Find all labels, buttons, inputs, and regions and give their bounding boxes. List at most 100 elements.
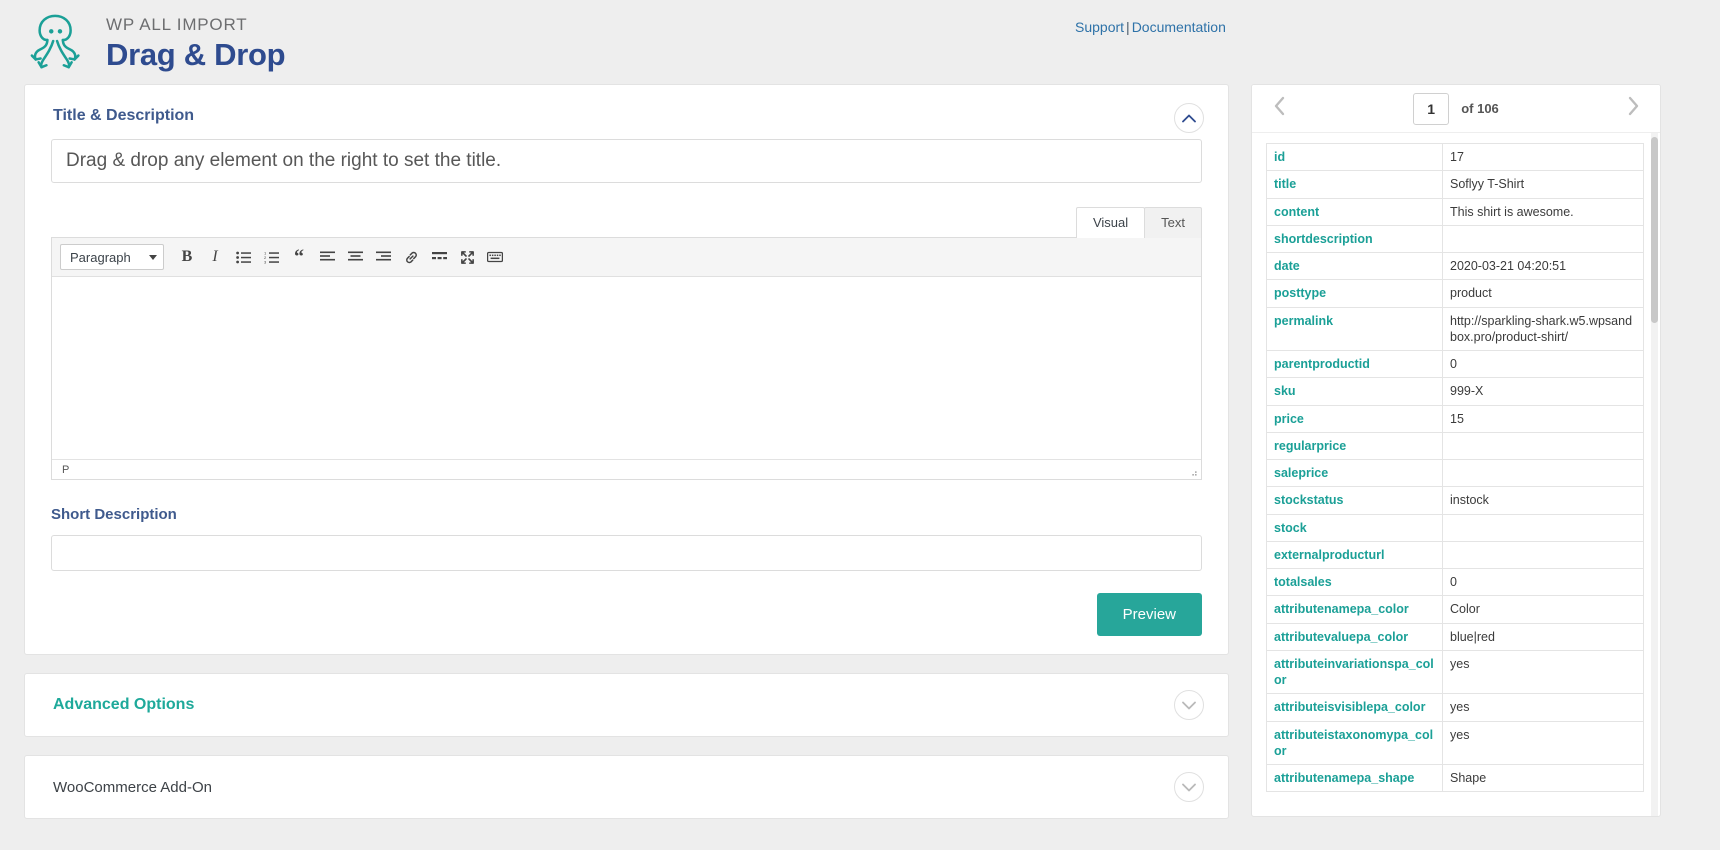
field-key[interactable]: totalsales bbox=[1266, 567, 1443, 597]
field-key[interactable]: attributeistaxonomypa_color bbox=[1266, 720, 1443, 765]
table-row[interactable]: title Soflyy T-Shirt bbox=[1266, 170, 1644, 199]
table-row[interactable]: attributeistaxonomypa_color yes bbox=[1266, 720, 1644, 765]
table-row[interactable]: price 15 bbox=[1266, 404, 1644, 433]
table-row[interactable]: attributeisvisiblepa_color yes bbox=[1266, 693, 1644, 722]
field-value: 2020-03-21 04:20:51 bbox=[1442, 251, 1644, 281]
resize-grip-icon[interactable] bbox=[1188, 467, 1198, 477]
field-key[interactable]: stockstatus bbox=[1266, 486, 1443, 515]
table-row[interactable]: content This shirt is awesome. bbox=[1266, 197, 1644, 226]
field-key[interactable]: date bbox=[1266, 251, 1443, 281]
table-row[interactable]: id 17 bbox=[1266, 142, 1644, 172]
table-row[interactable]: attributenamepa_color Color bbox=[1266, 595, 1644, 624]
table-row[interactable]: totalsales 0 bbox=[1266, 567, 1644, 597]
chevron-left-icon bbox=[1273, 96, 1286, 121]
left-column: Title & Description Visual Text bbox=[24, 84, 1229, 837]
align-right-button[interactable] bbox=[370, 244, 396, 270]
title-input[interactable] bbox=[51, 139, 1202, 183]
align-center-button[interactable] bbox=[342, 244, 368, 270]
field-key[interactable]: id bbox=[1266, 142, 1443, 172]
insert-link-icon bbox=[404, 250, 419, 265]
tab-text[interactable]: Text bbox=[1144, 207, 1202, 238]
table-row[interactable]: shortdescription bbox=[1266, 224, 1644, 254]
expand-woocommerce-addon-button[interactable] bbox=[1174, 772, 1204, 802]
align-left-icon bbox=[319, 251, 335, 263]
field-key[interactable]: attributeinvariationspa_color bbox=[1266, 649, 1443, 695]
advanced-options-header: Advanced Options bbox=[25, 674, 1228, 736]
field-key[interactable]: sku bbox=[1266, 377, 1443, 406]
preview-button[interactable]: Preview bbox=[1096, 593, 1202, 636]
insert-link-button[interactable] bbox=[398, 244, 424, 270]
app-header: WP ALL IMPORT Drag & Drop Support | Docume… bbox=[0, 0, 1720, 84]
bold-button[interactable]: B bbox=[174, 244, 200, 270]
field-key[interactable]: regularprice bbox=[1266, 431, 1443, 461]
align-right-icon bbox=[375, 251, 391, 263]
editor-tabs: Visual Text bbox=[51, 207, 1202, 238]
field-key[interactable]: attributenamepa_shape bbox=[1266, 763, 1443, 793]
blockquote-button[interactable]: “ bbox=[286, 244, 312, 270]
table-row[interactable]: attributeinvariationspa_color yes bbox=[1266, 649, 1644, 695]
table-row[interactable]: permalink http://sparkling-shark.w5.wpsan… bbox=[1266, 306, 1644, 351]
next-record-button[interactable] bbox=[1620, 96, 1646, 122]
table-row[interactable]: sku 999-X bbox=[1266, 377, 1644, 406]
field-key[interactable]: shortdescription bbox=[1266, 224, 1443, 254]
advanced-options-title: Advanced Options bbox=[53, 696, 195, 713]
table-row[interactable]: stockstatus instock bbox=[1266, 486, 1644, 515]
record-pager: of 106 bbox=[1252, 85, 1660, 133]
bold-icon: B bbox=[181, 248, 193, 265]
field-key[interactable]: price bbox=[1266, 404, 1443, 433]
toolbar-toggle-button[interactable] bbox=[482, 244, 508, 270]
chevron-up-icon bbox=[1182, 114, 1196, 123]
header-links: Support | Documentation bbox=[1075, 19, 1226, 35]
field-key[interactable]: stock bbox=[1266, 513, 1443, 542]
table-row[interactable]: date 2020-03-21 04:20:51 bbox=[1266, 251, 1644, 281]
record-fields-scroll[interactable]: id 17 title Soflyy T-Shirt content This shirt… bbox=[1252, 133, 1660, 816]
field-key[interactable]: posttype bbox=[1266, 279, 1443, 308]
fullscreen-button[interactable] bbox=[454, 244, 480, 270]
collapse-title-panel-button[interactable] bbox=[1174, 103, 1204, 133]
record-fields-body: id 17 title Soflyy T-Shirt content This shirt… bbox=[1266, 142, 1644, 793]
bulleted-list-button[interactable] bbox=[230, 244, 256, 270]
title-description-body: Visual Text Paragraph B bbox=[25, 139, 1228, 654]
align-center-icon bbox=[347, 251, 363, 263]
preview-scrollbar[interactable] bbox=[1651, 133, 1658, 816]
documentation-link[interactable]: Documentation bbox=[1132, 19, 1226, 35]
table-row[interactable]: regularprice bbox=[1266, 431, 1644, 461]
field-key[interactable]: parentproductid bbox=[1266, 349, 1443, 379]
expand-advanced-options-button[interactable] bbox=[1174, 690, 1204, 720]
table-row[interactable]: externalproducturl bbox=[1266, 540, 1644, 570]
table-row[interactable]: stock bbox=[1266, 513, 1644, 542]
read-more-button[interactable] bbox=[426, 244, 452, 270]
editor-content-area[interactable] bbox=[52, 277, 1201, 459]
right-column: of 106 id17titleSoflyy T-ShirtcontentThi… bbox=[1251, 84, 1661, 817]
field-key[interactable]: externalproducturl bbox=[1266, 540, 1443, 570]
table-row[interactable]: attributevaluepa_color blue|red bbox=[1266, 622, 1644, 651]
woocommerce-addon-panel[interactable]: WooCommerce Add-On bbox=[24, 755, 1229, 819]
previous-record-button[interactable] bbox=[1266, 96, 1292, 122]
advanced-options-panel[interactable]: Advanced Options bbox=[24, 673, 1229, 737]
table-row[interactable]: attributenamepa_shape Shape bbox=[1266, 763, 1644, 793]
table-row[interactable]: saleprice bbox=[1266, 458, 1644, 488]
numbered-list-icon: 123 bbox=[264, 251, 279, 264]
brand-logo: WP ALL IMPORT Drag & Drop bbox=[28, 11, 286, 73]
numbered-list-button[interactable]: 123 bbox=[258, 244, 284, 270]
short-description-label: Short Description bbox=[51, 506, 177, 523]
italic-button[interactable]: I bbox=[202, 244, 228, 270]
paragraph-format-select[interactable]: Paragraph bbox=[60, 244, 164, 270]
support-link[interactable]: Support bbox=[1075, 19, 1124, 35]
field-key[interactable]: permalink bbox=[1266, 306, 1443, 351]
page-number-input[interactable] bbox=[1413, 92, 1450, 125]
table-row[interactable]: parentproductid 0 bbox=[1266, 349, 1644, 379]
table-row[interactable]: posttype product bbox=[1266, 279, 1644, 308]
record-fields-table: id 17 title Soflyy T-Shirt content This shirt… bbox=[1266, 142, 1644, 793]
field-key[interactable]: attributenamepa_color bbox=[1266, 595, 1443, 624]
short-description-input[interactable] bbox=[51, 535, 1202, 571]
field-key[interactable]: attributevaluepa_color bbox=[1266, 622, 1443, 651]
field-key[interactable]: saleprice bbox=[1266, 458, 1443, 488]
align-left-button[interactable] bbox=[314, 244, 340, 270]
field-key[interactable]: title bbox=[1266, 170, 1443, 199]
field-key[interactable]: content bbox=[1266, 197, 1443, 226]
field-value: 0 bbox=[1442, 567, 1644, 597]
tab-visual[interactable]: Visual bbox=[1075, 207, 1146, 238]
field-key[interactable]: attributeisvisiblepa_color bbox=[1266, 693, 1443, 722]
preview-scrollbar-thumb[interactable] bbox=[1651, 137, 1658, 323]
